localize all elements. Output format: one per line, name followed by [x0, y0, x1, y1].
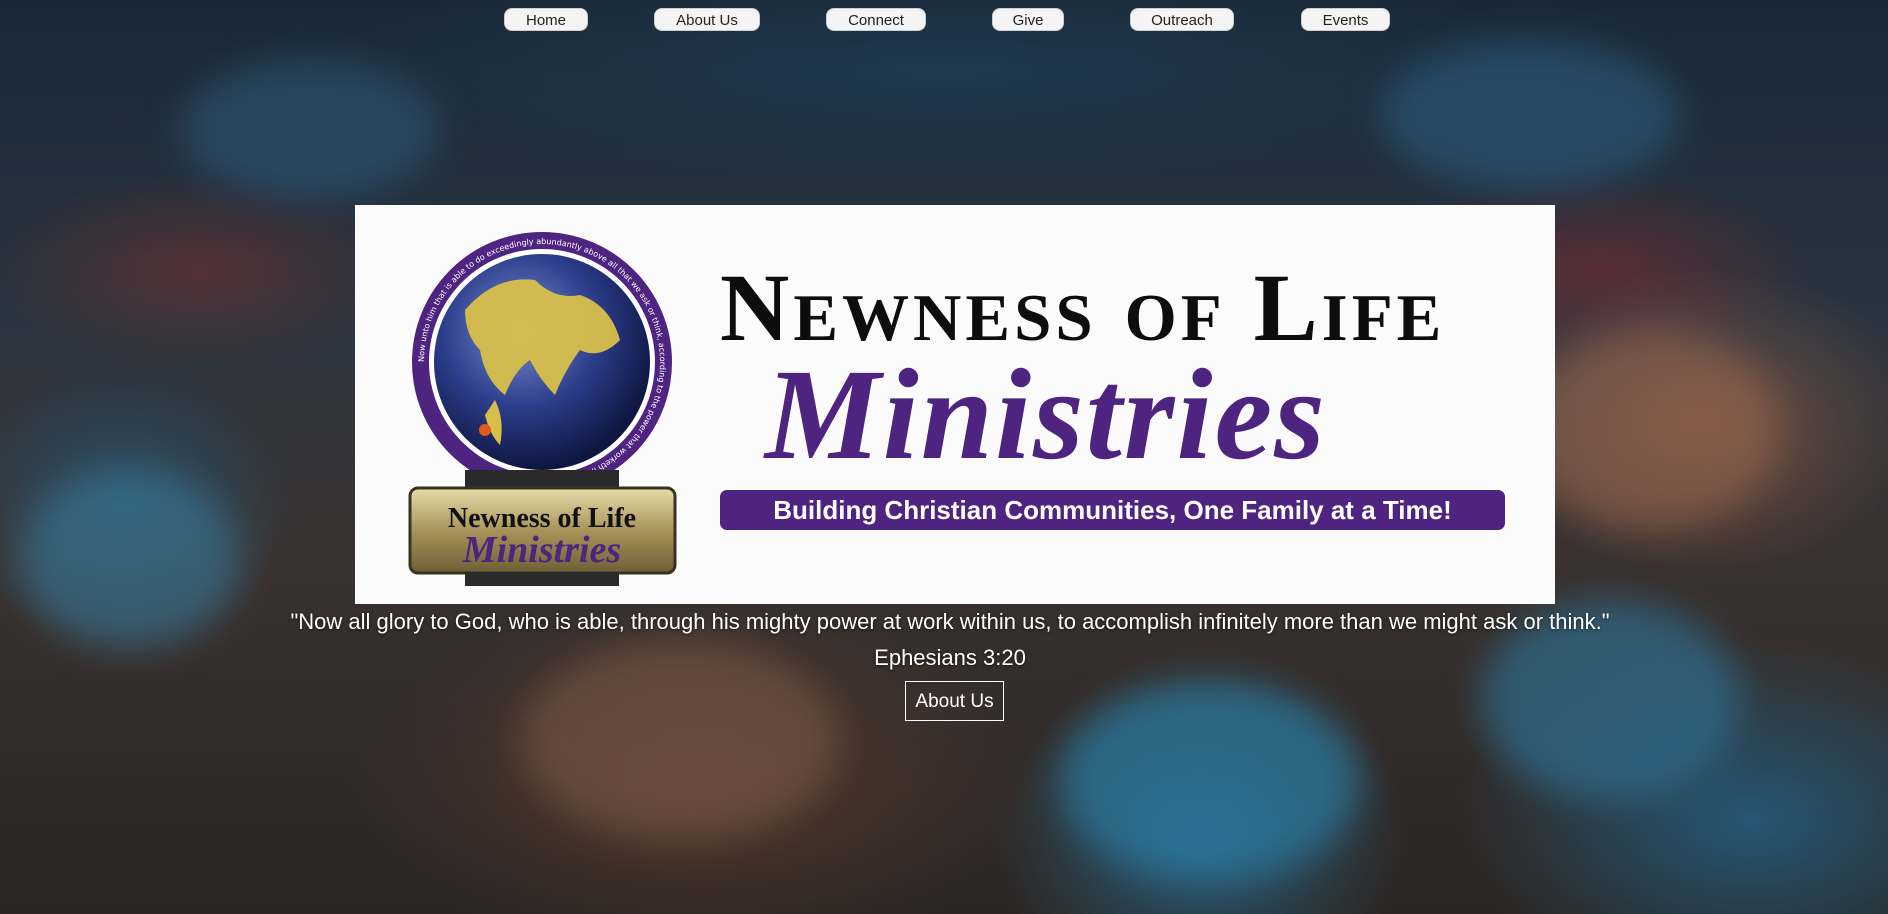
- top-navigation: Home About Us Connect Give Outreach Even…: [0, 8, 1888, 32]
- nav-home-button[interactable]: Home: [504, 8, 588, 31]
- nav-outreach-button[interactable]: Outreach: [1130, 8, 1234, 31]
- about-us-button[interactable]: About Us: [905, 681, 1004, 721]
- ministry-title: Newness of Life: [720, 254, 1446, 361]
- nav-about-us-button[interactable]: About Us: [654, 8, 760, 31]
- nav-give-button[interactable]: Give: [992, 8, 1064, 31]
- nav-connect-button[interactable]: Connect: [826, 8, 926, 31]
- ministry-tagline: Building Christian Communities, One Fami…: [720, 490, 1505, 530]
- ministry-logo-banner: Now unto him that is able to do exceedin…: [355, 205, 1555, 604]
- scripture-verse: "Now all glory to God, who is able, thro…: [290, 609, 1610, 670]
- emblem-plaque-subtitle: Ministries: [462, 529, 621, 571]
- nav-events-button[interactable]: Events: [1301, 8, 1390, 31]
- globe-icon: Now unto him that is able to do exceedin…: [408, 232, 677, 586]
- ministry-subtitle: Ministries: [765, 343, 1327, 487]
